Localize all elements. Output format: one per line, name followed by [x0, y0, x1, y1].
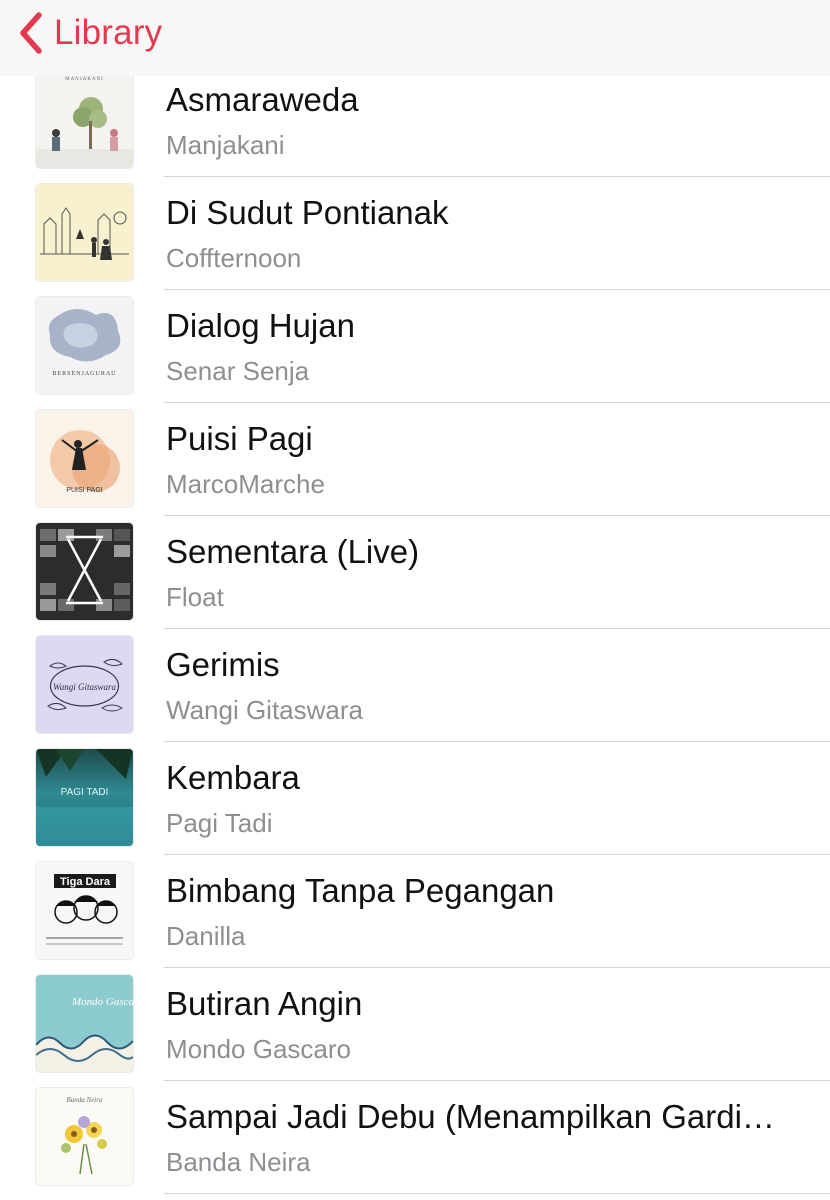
song-row[interactable]: Banda Neira Sampai Jadi Debu (Menampilka…	[0, 1081, 830, 1194]
svg-text:PUISI PAGI: PUISI PAGI	[66, 487, 102, 494]
chevron-left-icon	[18, 11, 44, 55]
svg-text:MANJAKANI: MANJAKANI	[65, 77, 104, 82]
album-art: Mondo Gascaro	[36, 975, 133, 1072]
song-list: MANJAKANI Asmaraweda Manjakani Di Sudut …	[0, 64, 830, 1194]
back-label: Library	[54, 13, 163, 52]
album-art: Tiga Dara	[36, 862, 133, 959]
song-row[interactable]: Mondo Gascaro Butiran Angin Mondo Gascar…	[0, 968, 830, 1081]
song-row[interactable]: Tiga Dara Bimbang Tanpa Pegangan Danilla	[0, 855, 830, 968]
song-title: Gerimis	[166, 646, 280, 683]
song-artist: Manjakani	[166, 130, 285, 160]
svg-text:Tiga Dara: Tiga Dara	[60, 876, 111, 888]
row-divider	[164, 1193, 830, 1194]
svg-text:Wangi Gitaswara: Wangi Gitaswara	[53, 682, 116, 692]
song-artist: Banda Neira	[166, 1147, 311, 1177]
song-row[interactable]: PAGI TADI Kembara Pagi Tadi	[0, 742, 830, 855]
album-art	[36, 184, 133, 281]
song-title: Kembara	[166, 759, 300, 796]
song-artist: Wangi Gitaswara	[166, 695, 363, 725]
song-artist: MarcoMarche	[166, 469, 325, 499]
song-row[interactable]: Di Sudut Pontianak Coffternoon	[0, 177, 830, 290]
album-art: Wangi Gitaswara	[36, 636, 133, 733]
song-artist: Danilla	[166, 921, 246, 951]
album-art: Banda Neira	[36, 1088, 133, 1185]
song-row[interactable]: Wangi Gitaswara Gerimis Wangi Gitaswara	[0, 629, 830, 742]
song-title: Asmaraweda	[166, 81, 359, 118]
song-title: Sampai Jadi Debu (Menampilkan Gardi…	[166, 1098, 775, 1135]
navigation-bar: Library	[0, 0, 830, 76]
song-title: Butiran Angin	[166, 985, 363, 1022]
song-artist: Pagi Tadi	[166, 808, 273, 838]
album-art: MANJAKANI	[36, 71, 133, 168]
album-art: PUISI PAGI	[36, 410, 133, 507]
song-artist: Coffternoon	[166, 243, 302, 273]
album-art	[36, 523, 133, 620]
back-button[interactable]: Library	[18, 10, 162, 56]
song-title: Dialog Hujan	[166, 307, 355, 344]
song-title: Di Sudut Pontianak	[166, 194, 449, 231]
song-row[interactable]: BERSENJAGURAU Dialog Hujan Senar Senja	[0, 290, 830, 403]
svg-text:Mondo Gascaro: Mondo Gascaro	[71, 996, 133, 1008]
svg-text:PAGI TADI: PAGI TADI	[61, 787, 109, 798]
svg-text:BERSENJAGURAU: BERSENJAGURAU	[52, 371, 116, 377]
song-row[interactable]: PUISI PAGI Puisi Pagi MarcoMarche	[0, 403, 830, 516]
song-artist: Mondo Gascaro	[166, 1034, 351, 1064]
album-art: PAGI TADI	[36, 749, 133, 846]
song-title: Sementara (Live)	[166, 533, 420, 570]
song-row[interactable]: Sementara (Live) Float	[0, 516, 830, 629]
svg-text:Banda Neira: Banda Neira	[67, 1096, 103, 1104]
song-artist: Float	[166, 582, 224, 612]
song-title: Bimbang Tanpa Pegangan	[166, 872, 555, 909]
song-artist: Senar Senja	[166, 356, 310, 386]
song-title: Puisi Pagi	[166, 420, 313, 457]
album-art: BERSENJAGURAU	[36, 297, 133, 394]
song-row[interactable]: MANJAKANI Asmaraweda Manjakani	[0, 64, 830, 177]
